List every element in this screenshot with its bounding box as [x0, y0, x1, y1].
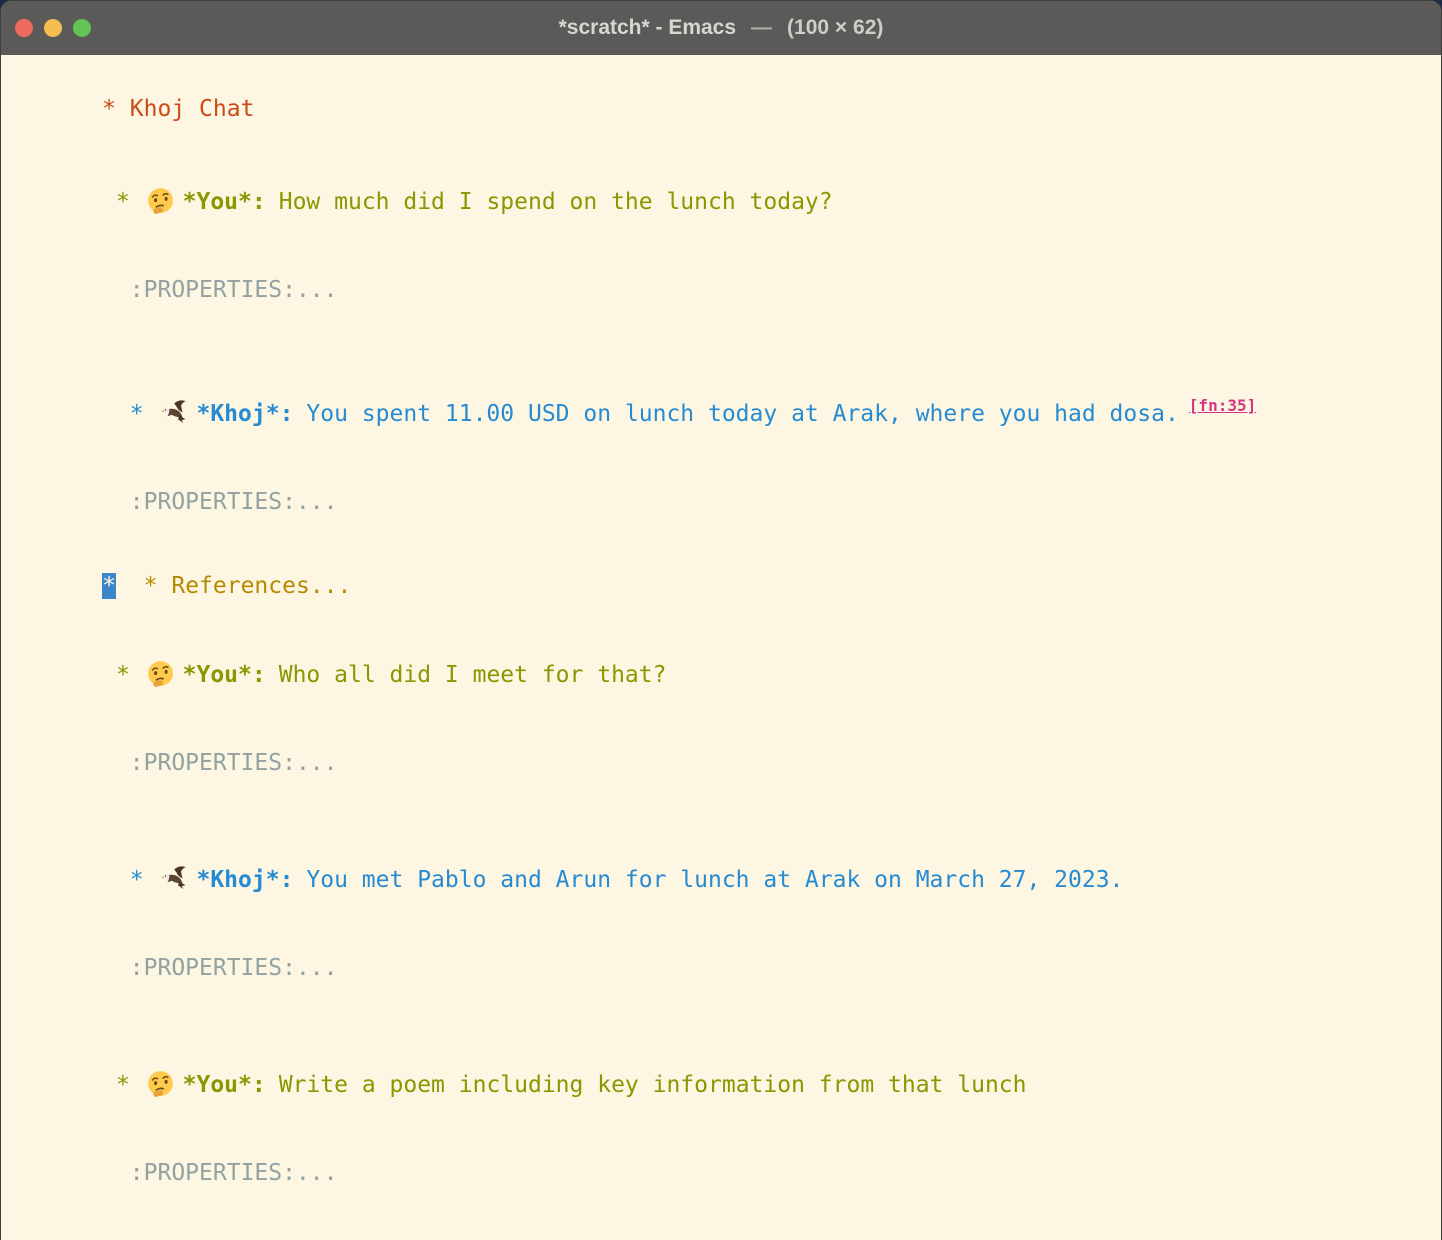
blank-line: [19, 1010, 1441, 1038]
window-title-text: *scratch* - Emacs: [559, 16, 736, 40]
org-star: *: [102, 1072, 144, 1098]
drawer-folded-text[interactable]: :PROPERTIES:...: [130, 1160, 338, 1186]
references-heading[interactable]: * * References...: [19, 544, 1441, 628]
indent: [102, 955, 130, 981]
org-star: *: [102, 867, 157, 893]
message-text: How much did I spend on the lunch today?: [279, 189, 833, 215]
chat-message-khoj: * *Khoj*: You spent 11.00 USD on lunch to…: [19, 360, 1441, 460]
org-star: *: [102, 96, 130, 122]
thinking-face-icon: [147, 187, 174, 214]
org-heading-text: Khoj Chat: [130, 96, 255, 122]
thinking-face-icon: [147, 660, 174, 687]
org-heading-khoj-chat[interactable]: * Khoj Chat: [19, 63, 1441, 155]
drawer-folded-text[interactable]: :PROPERTIES:...: [130, 750, 338, 776]
references-folded-text[interactable]: * References...: [144, 573, 352, 599]
properties-drawer[interactable]: :PROPERTIES:...: [19, 1131, 1441, 1215]
message-text: Write a poem including key information f…: [279, 1072, 1027, 1098]
window-title: *scratch* - Emacs — (100 × 62): [559, 16, 884, 40]
org-star: *: [102, 662, 144, 688]
org-star: *: [102, 189, 144, 215]
blank-line: [19, 1215, 1441, 1240]
chat-message-khoj: * *Khoj*: You met Pablo and Arun for lunc…: [19, 833, 1441, 926]
emacs-buffer[interactable]: * Khoj Chat * *You*: How much did I spend…: [1, 55, 1441, 1240]
blank-line: [19, 332, 1441, 360]
window-size-indicator: (100 × 62): [787, 16, 883, 40]
message-text: Who all did I meet for that?: [279, 662, 667, 688]
drawer-folded-text[interactable]: :PROPERTIES:...: [130, 277, 338, 303]
drawer-folded-text[interactable]: :PROPERTIES:...: [130, 955, 338, 981]
eagle-icon: [160, 865, 187, 892]
blank-line: [19, 805, 1441, 833]
zoom-button[interactable]: [73, 19, 91, 37]
speaker-name: *You*:: [183, 662, 266, 688]
window-title-separator: —: [751, 16, 772, 40]
speaker-name: *You*:: [183, 189, 266, 215]
properties-drawer[interactable]: :PROPERTIES:...: [19, 926, 1441, 1010]
message-text: You spent 11.00 USD on lunch today at Ar…: [306, 401, 1178, 427]
close-button[interactable]: [15, 19, 33, 37]
chat-message-you: * *You*: Who all did I meet for that?: [19, 628, 1441, 721]
properties-drawer[interactable]: :PROPERTIES:...: [19, 248, 1441, 332]
org-star: *: [102, 401, 157, 427]
speaker-name: *You*:: [183, 1072, 266, 1098]
chat-message-you: * *You*: Write a poem including key infor…: [19, 1038, 1441, 1131]
text-cursor: *: [102, 573, 116, 599]
properties-drawer[interactable]: :PROPERTIES:...: [19, 721, 1441, 805]
indent: [102, 489, 130, 515]
eagle-icon: [160, 399, 187, 426]
message-text: You met Pablo and Arun for lunch at Arak…: [306, 867, 1123, 893]
speaker-name: *Khoj*:: [196, 401, 293, 427]
drawer-folded-text[interactable]: :PROPERTIES:...: [130, 489, 338, 515]
speaker-name: *Khoj*:: [196, 867, 293, 893]
thinking-face-icon: [147, 1070, 174, 1097]
minimize-button[interactable]: [44, 19, 62, 37]
indent: [102, 277, 130, 303]
indent: [102, 1160, 130, 1186]
indent: [102, 750, 130, 776]
footnote-link[interactable]: [fn:35]: [1189, 396, 1256, 415]
traffic-lights: [15, 1, 91, 55]
indent: [116, 573, 144, 599]
titlebar[interactable]: *scratch* - Emacs — (100 × 62): [1, 1, 1441, 55]
emacs-window: *scratch* - Emacs — (100 × 62) * Khoj Ch…: [0, 0, 1442, 1240]
properties-drawer[interactable]: :PROPERTIES:...: [19, 460, 1441, 544]
chat-message-you: * *You*: How much did I spend on the lunc…: [19, 155, 1441, 248]
